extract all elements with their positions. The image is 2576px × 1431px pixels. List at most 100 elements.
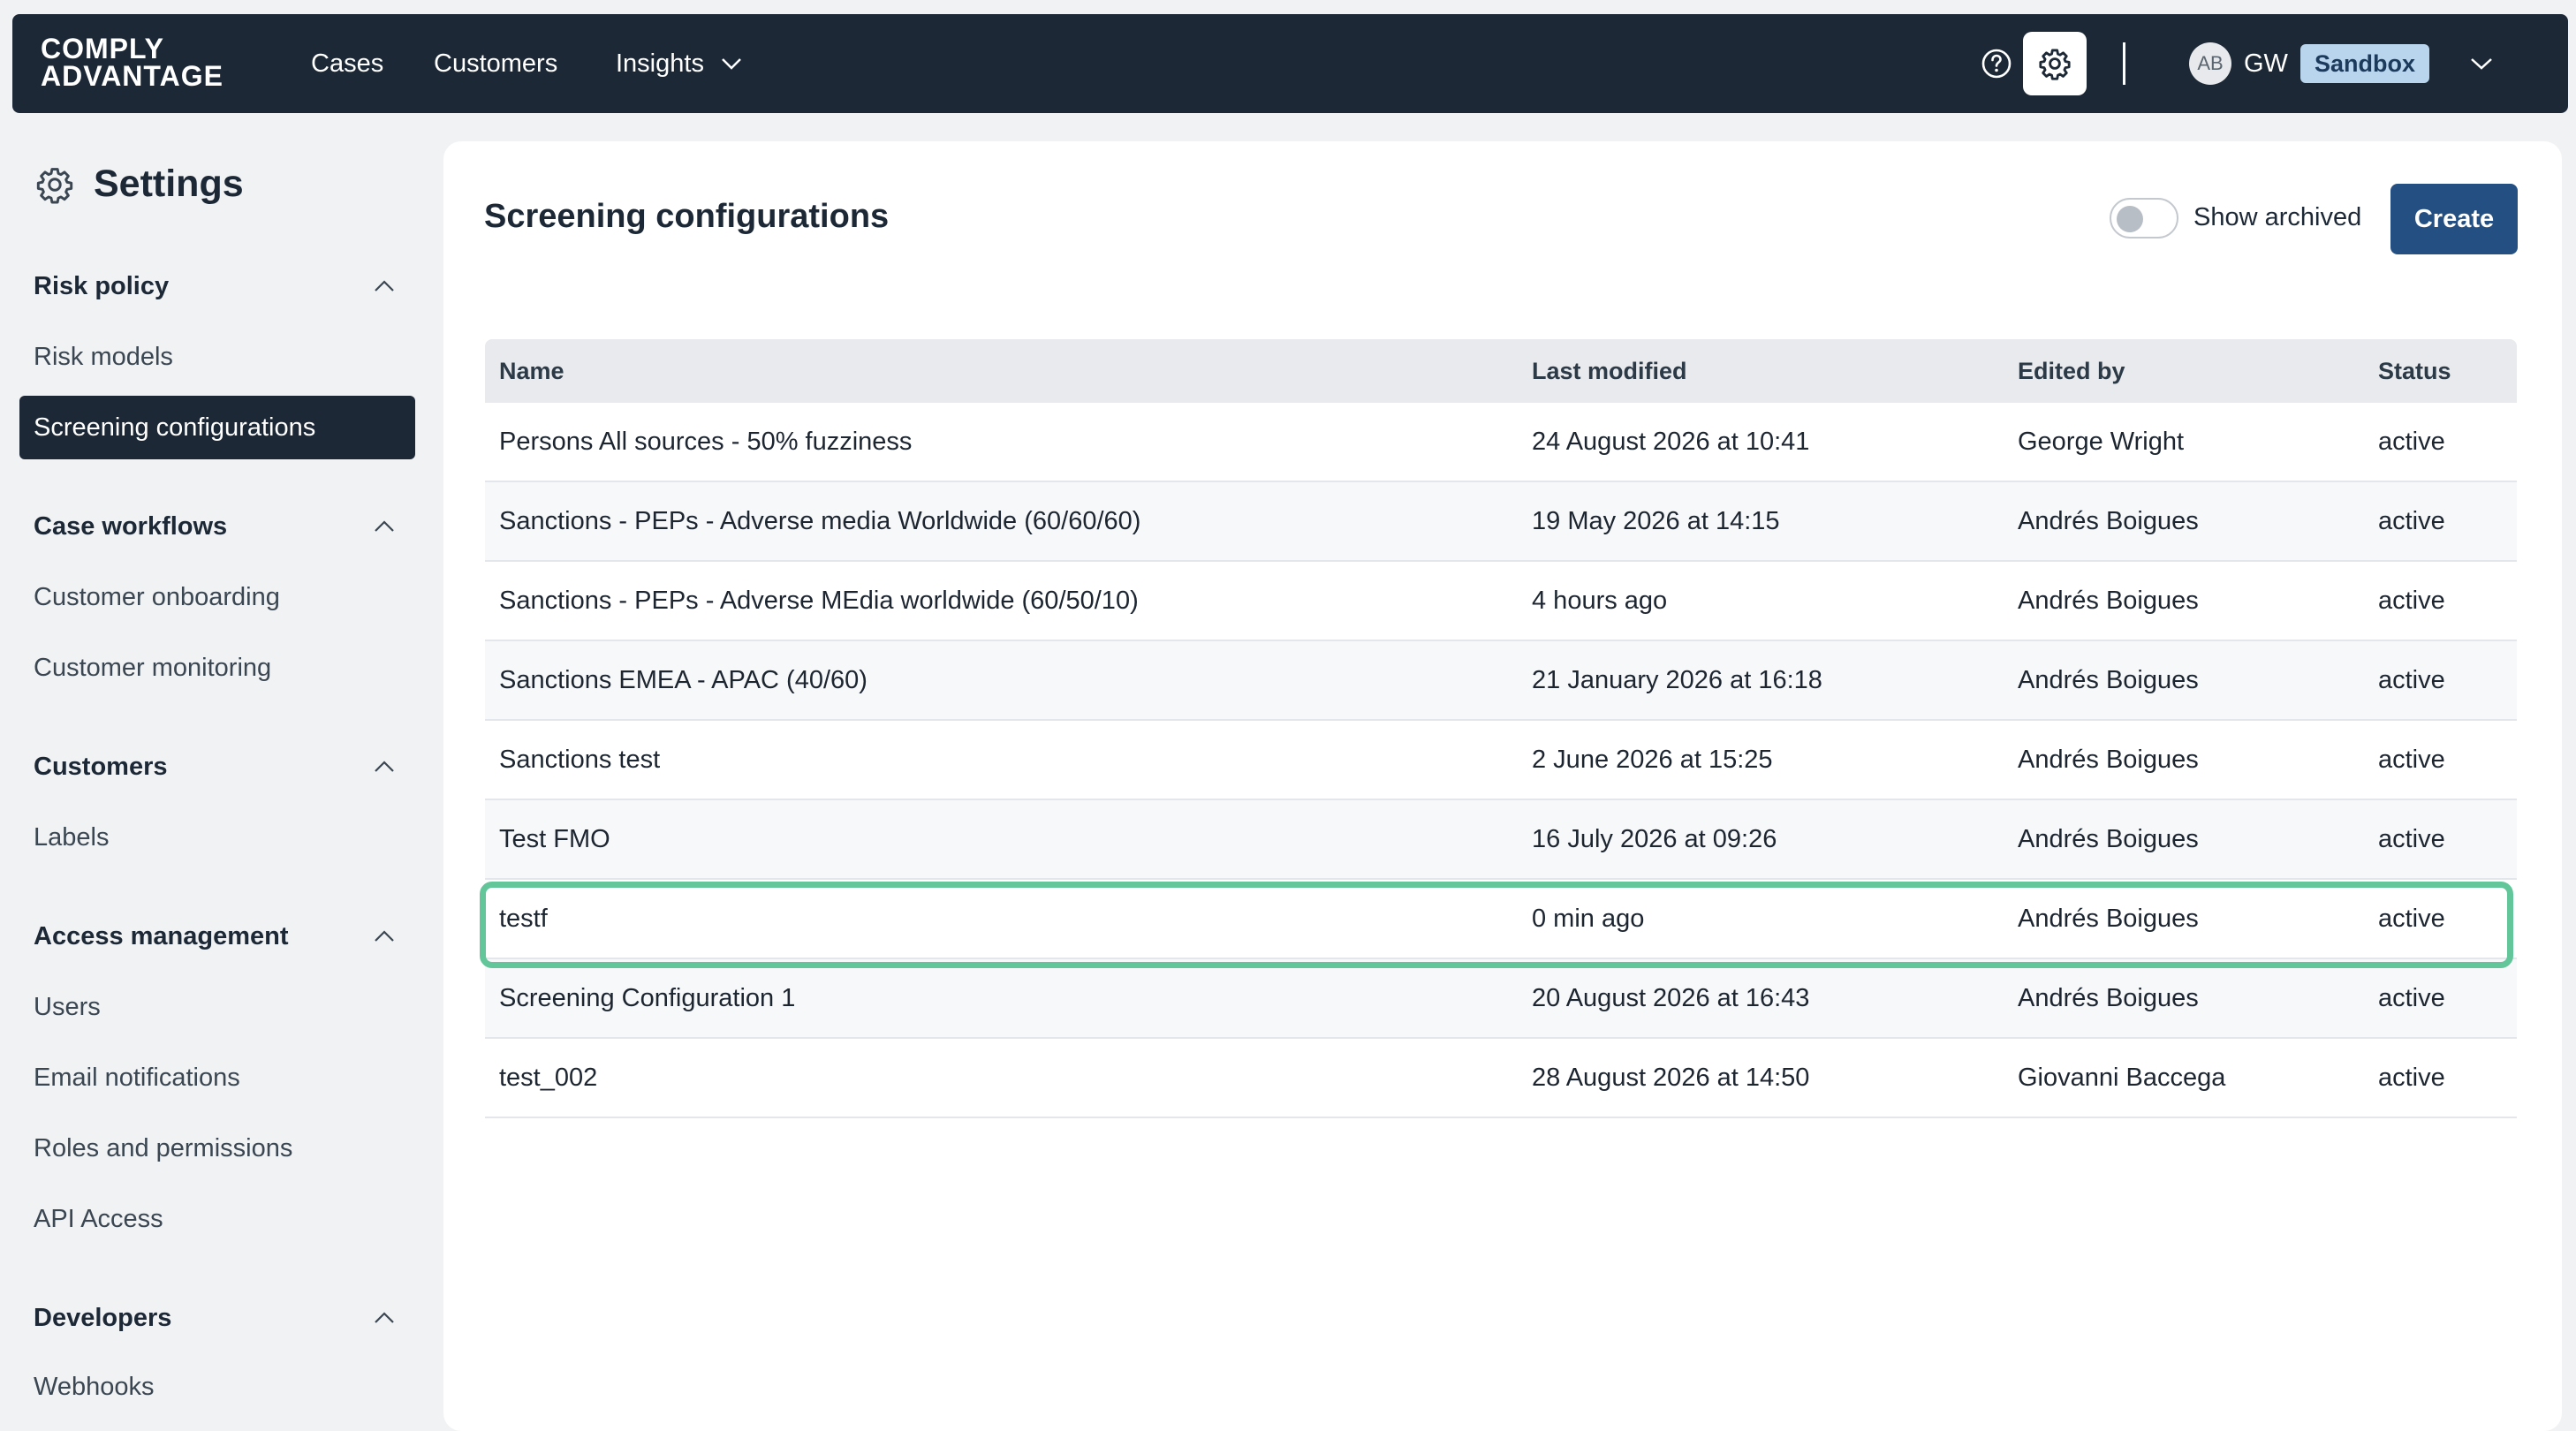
sidebar-item-label: Labels <box>34 822 110 852</box>
sidebar-section-label: Customers <box>34 752 168 781</box>
show-archived-label: Show archived <box>2193 203 2362 231</box>
nav-divider <box>2123 42 2125 85</box>
column-header-status[interactable]: Status <box>2378 339 2451 403</box>
column-header-last-modified[interactable]: Last modified <box>1532 339 1687 403</box>
avatar[interactable]: AB <box>2189 42 2231 85</box>
sidebar-item-label: Customer onboarding <box>34 582 280 611</box>
chevron-down-icon <box>722 58 741 70</box>
nav-cases[interactable]: Cases <box>311 14 383 113</box>
sidebar-item-screening-configurations[interactable]: Screening configurations <box>19 396 415 459</box>
column-header-name[interactable]: Name <box>499 339 564 403</box>
table-row[interactable]: Sanctions - PEPs - Adverse media Worldwi… <box>485 482 2517 562</box>
cell-edited-by: Andrés Boigues <box>2018 983 2199 1012</box>
cell-status: active <box>2378 665 2445 694</box>
table-row[interactable]: Sanctions - PEPs - Adverse MEdia worldwi… <box>485 562 2517 641</box>
cell-name: Test FMO <box>499 824 610 853</box>
cell-name: Sanctions EMEA - APAC (40/60) <box>499 665 868 694</box>
nav-cases-label: Cases <box>311 49 384 78</box>
nav-customers[interactable]: Customers <box>434 14 557 113</box>
table-row[interactable]: Sanctions EMEA - APAC (40/60) 21 January… <box>485 641 2517 721</box>
cell-name: Sanctions test <box>499 745 661 774</box>
cell-last-modified: 28 August 2026 at 14:50 <box>1532 1063 1810 1092</box>
nav-customers-label: Customers <box>434 49 558 78</box>
toggle-knob <box>2117 206 2143 232</box>
cell-last-modified: 4 hours ago <box>1532 586 1668 615</box>
sidebar-section-access-management[interactable]: Access management <box>34 910 405 963</box>
cell-name: test_002 <box>499 1063 598 1092</box>
table-row[interactable]: Test FMO 16 July 2026 at 09:26 Andrés Bo… <box>485 800 2517 880</box>
table-row[interactable]: Sanctions test 2 June 2026 at 15:25 Andr… <box>485 721 2517 800</box>
cell-last-modified: 24 August 2026 at 10:41 <box>1532 427 1810 456</box>
chevron-down-icon[interactable] <box>2468 55 2495 72</box>
sidebar-item-label: Email notifications <box>34 1063 240 1092</box>
cell-edited-by: Andrés Boigues <box>2018 506 2199 535</box>
nav-insights-label: Insights <box>616 49 704 78</box>
cell-edited-by: Giovanni Baccega <box>2018 1063 2226 1092</box>
sidebar-item-label: Customer monitoring <box>34 653 272 682</box>
sidebar-item-email-notifications[interactable]: Email notifications <box>19 1046 415 1109</box>
sidebar-item-label: Screening configurations <box>34 413 316 442</box>
settings-heading: Settings <box>35 163 244 206</box>
sidebar-item-labels[interactable]: Labels <box>19 806 415 869</box>
sidebar-item-risk-models[interactable]: Risk models <box>19 325 415 389</box>
user-initials[interactable]: GW <box>2244 14 2288 113</box>
top-navigation-bar <box>12 14 2568 113</box>
sidebar-section-label: Case workflows <box>34 511 228 541</box>
cell-name: Persons All sources - 50% fuzziness <box>499 427 913 456</box>
sidebar-section-label: Access management <box>34 921 289 950</box>
sidebar-item-label: API Access <box>34 1204 163 1233</box>
gear-icon <box>2039 49 2071 80</box>
cell-last-modified: 19 May 2026 at 14:15 <box>1532 506 1780 535</box>
cell-name: testf <box>499 904 548 933</box>
chevron-up-icon <box>375 761 394 772</box>
sidebar-section-risk-policy[interactable]: Risk policy <box>34 260 405 313</box>
cell-edited-by: Andrés Boigues <box>2018 745 2199 774</box>
create-button[interactable]: Create <box>2390 184 2518 254</box>
cell-last-modified: 16 July 2026 at 09:26 <box>1532 824 1777 853</box>
cell-status: active <box>2378 586 2445 615</box>
sidebar-item-webhooks[interactable]: Webhooks <box>19 1355 415 1419</box>
show-archived-toggle[interactable] <box>2110 198 2178 238</box>
table-row[interactable]: Persons All sources - 50% fuzziness 24 A… <box>485 403 2517 482</box>
sidebar-item-customer-onboarding[interactable]: Customer onboarding <box>19 565 415 629</box>
cell-last-modified: 20 August 2026 at 16:43 <box>1532 983 1810 1012</box>
chevron-up-icon <box>375 930 394 942</box>
sidebar-item-label: Roles and permissions <box>34 1133 293 1162</box>
sidebar-section-case-workflows[interactable]: Case workflows <box>34 500 405 553</box>
cell-status: active <box>2378 904 2445 933</box>
page-title: Screening configurations <box>484 198 890 235</box>
table-header: Name Last modified Edited by Status <box>485 339 2517 403</box>
table-row[interactable]: Screening Configuration 1 20 August 2026… <box>485 959 2517 1039</box>
cell-status: active <box>2378 983 2445 1012</box>
sidebar-item-customer-monitoring[interactable]: Customer monitoring <box>19 636 415 700</box>
cell-last-modified: 2 June 2026 at 15:25 <box>1532 745 1773 774</box>
sidebar-section-customers[interactable]: Customers <box>34 740 405 793</box>
question-circle-icon[interactable] <box>1979 46 2014 81</box>
cell-edited-by: Andrés Boigues <box>2018 824 2199 853</box>
logo-line-1: COMPLY <box>41 33 164 64</box>
company-logo[interactable]: COMPLY ADVANTAGE <box>41 33 224 92</box>
cell-edited-by: George Wright <box>2018 427 2185 456</box>
logo-line-2: ADVANTAGE <box>41 60 224 92</box>
cell-edited-by: Andrés Boigues <box>2018 586 2199 615</box>
sidebar-section-developers[interactable]: Developers <box>34 1291 405 1344</box>
cell-edited-by: Andrés Boigues <box>2018 904 2199 933</box>
nav-insights-dropdown[interactable]: Insights <box>616 14 743 113</box>
column-header-edited-by[interactable]: Edited by <box>2018 339 2125 403</box>
gear-icon <box>36 167 73 203</box>
settings-title: Settings <box>94 163 244 205</box>
sidebar-item-api-access[interactable]: API Access <box>19 1187 415 1251</box>
settings-button[interactable] <box>2023 32 2087 95</box>
environment-badge: Sandbox <box>2300 44 2430 83</box>
table-row-highlighted[interactable]: testf 0 min ago Andrés Boigues active <box>485 880 2517 959</box>
cell-status: active <box>2378 427 2445 456</box>
sidebar-section-label: Developers <box>34 1303 172 1332</box>
chevron-up-icon <box>375 280 394 292</box>
sidebar-item-users[interactable]: Users <box>19 975 415 1039</box>
sidebar-item-roles-and-permissions[interactable]: Roles and permissions <box>19 1117 415 1180</box>
sidebar-item-label: Risk models <box>34 342 173 371</box>
cell-last-modified: 21 January 2026 at 16:18 <box>1532 665 1822 694</box>
table-row[interactable]: test_002 28 August 2026 at 14:50 Giovann… <box>485 1039 2517 1118</box>
screening-configurations-table: Name Last modified Edited by Status Pers… <box>485 339 2517 1118</box>
sidebar-item-label: Users <box>34 992 101 1021</box>
